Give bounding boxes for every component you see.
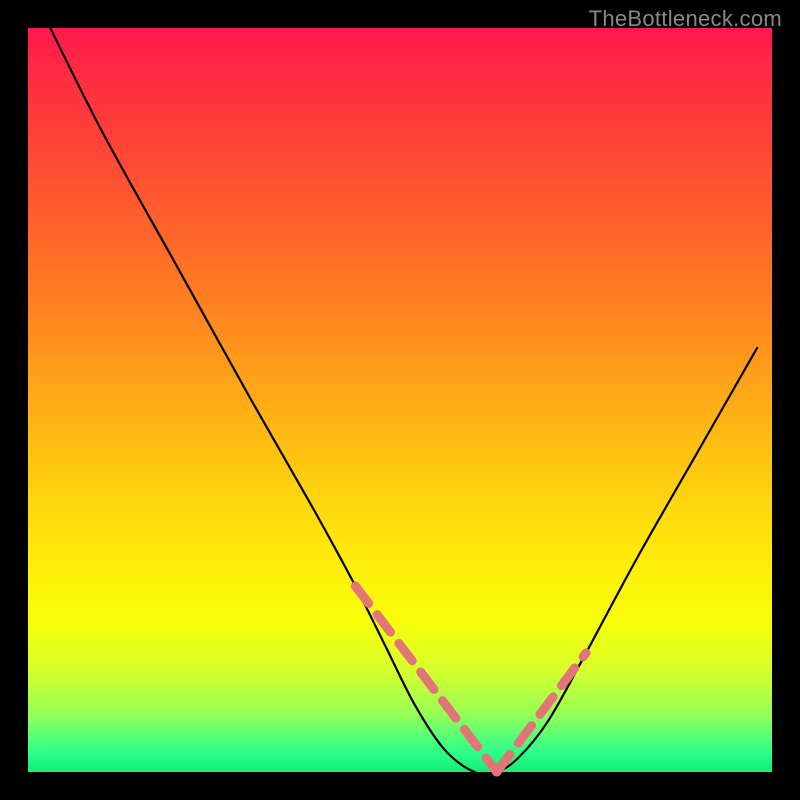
- chart-overlay: [28, 28, 772, 772]
- highlight-segment: [497, 653, 586, 772]
- chart-container: TheBottleneck.com: [0, 0, 800, 800]
- curve-line: [50, 28, 757, 774]
- watermark: TheBottleneck.com: [589, 6, 782, 32]
- bottleneck-range-markers: [355, 586, 586, 772]
- highlight-segment: [355, 586, 496, 772]
